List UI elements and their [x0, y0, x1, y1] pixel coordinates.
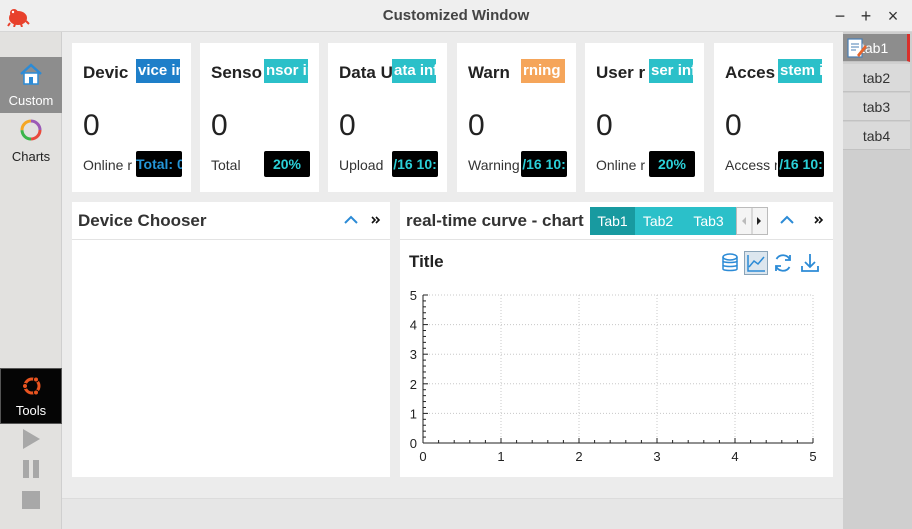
collapse-icon[interactable]: [342, 211, 360, 229]
nav-item-charts[interactable]: Charts: [0, 113, 62, 169]
panel-header: real-time curve - chart Tab1 Tab2 Tab3: [400, 202, 833, 240]
card-badge: ata inf: [392, 59, 436, 83]
tab-scroll-arrows[interactable]: [736, 207, 768, 235]
maximize-button[interactable]: +: [854, 4, 878, 28]
card-status: 20%: [649, 151, 695, 177]
main-area: Devic vice in 0 Online r Total: 0 Senso …: [62, 32, 843, 498]
warning-info-card: Warn rning i 0 Warning /16 10:: [457, 43, 576, 192]
x-tick-label: 5: [809, 449, 816, 464]
y-tick-label: 3: [410, 347, 417, 362]
card-status: /16 10:: [521, 151, 567, 177]
chart-title: Title: [409, 252, 444, 271]
device-chooser-panel: Device Chooser: [72, 202, 390, 477]
user-info-card: User r ser inf 0 Online r 20%: [585, 43, 704, 192]
y-tick-label: 0: [410, 436, 417, 451]
x-tick-label: 4: [731, 449, 738, 464]
card-value: 0: [211, 109, 228, 142]
panel-header: Device Chooser: [72, 202, 390, 240]
collapse-icon[interactable]: [778, 211, 796, 229]
close-button[interactable]: ×: [881, 4, 905, 28]
card-label: Access r: [725, 157, 777, 173]
y-tick-label: 2: [410, 377, 417, 392]
line-chart: 0 1 2 3 4 5 0 1 2 3 4 5: [410, 288, 817, 464]
play-icon[interactable]: [20, 428, 42, 450]
right-sidebar: tab1 tab2 tab3 tab4: [843, 32, 912, 529]
y-tick-label: 5: [410, 288, 417, 303]
card-status: Total: 0: [136, 151, 182, 177]
title-bar: Customized Window − + ×: [0, 0, 912, 32]
footer-bar: [62, 498, 843, 529]
panel-title: real-time curve - chart: [406, 211, 584, 230]
card-value: 0: [468, 109, 485, 142]
line-chart-icon[interactable]: [744, 251, 768, 275]
left-sidebar: Custom Charts Tools: [0, 32, 62, 529]
card-badge: rning i: [521, 59, 565, 83]
card-status: /16 10:: [778, 151, 824, 177]
nav-item-tools[interactable]: Tools: [0, 368, 62, 424]
card-badge: ser inf: [649, 59, 693, 83]
card-label: Warning: [468, 157, 520, 173]
chart-tab-2[interactable]: Tab2: [635, 207, 681, 235]
ubuntu-icon: [22, 376, 41, 396]
card-badge: vice in: [136, 59, 180, 83]
card-value: 0: [596, 109, 613, 142]
edit-document-icon: [847, 38, 867, 58]
device-info-card: Devic vice in 0 Online r Total: 0: [72, 43, 191, 192]
expand-more-icon[interactable]: [810, 211, 828, 229]
right-tab-3[interactable]: tab3: [843, 93, 910, 121]
card-label: Upload: [339, 157, 384, 173]
panel-title: Device Chooser: [78, 211, 207, 230]
sensor-info-card: Senso nsor in 0 Total 20%: [200, 43, 319, 192]
x-tick-label: 0: [419, 449, 426, 464]
card-value: 0: [83, 109, 100, 142]
nav-label-tools: Tools: [15, 403, 47, 418]
card-status: 20%: [264, 151, 310, 177]
card-value: 0: [339, 109, 356, 142]
access-info-card: Acces stem in 0 Access r /16 10:: [714, 43, 833, 192]
card-label: Online r: [596, 157, 646, 173]
right-tab-2[interactable]: tab2: [843, 64, 910, 92]
y-tick-label: 4: [410, 318, 417, 333]
ring-chart-icon: [20, 119, 42, 141]
nav-item-custom[interactable]: Custom: [0, 57, 62, 113]
x-tick-label: 3: [653, 449, 660, 464]
nav-label-charts: Charts: [11, 149, 51, 164]
right-tab-4[interactable]: tab4: [843, 122, 910, 150]
card-value: 0: [725, 109, 742, 142]
pause-icon[interactable]: [20, 458, 42, 480]
y-tick-label: 1: [410, 406, 417, 421]
expand-more-icon[interactable]: [367, 211, 385, 229]
data-info-card: Data U ata inf 0 Upload /16 10:: [328, 43, 447, 192]
refresh-icon[interactable]: [771, 251, 795, 275]
chart-panel: real-time curve - chart Tab1 Tab2 Tab3 T…: [400, 202, 833, 477]
card-badge: stem in: [778, 59, 822, 83]
home-icon: [20, 63, 42, 85]
card-status: /16 10:: [392, 151, 438, 177]
minimize-button[interactable]: −: [828, 4, 852, 28]
download-icon[interactable]: [798, 251, 822, 275]
card-label: Online r: [83, 157, 133, 173]
right-tab-1[interactable]: tab1: [843, 34, 910, 62]
window-title: Customized Window: [382, 7, 530, 24]
nav-label-custom: Custom: [8, 93, 54, 108]
stop-icon[interactable]: [20, 489, 42, 511]
chart-tab-1[interactable]: Tab1: [590, 207, 635, 235]
x-tick-label: 2: [575, 449, 582, 464]
x-tick-label: 1: [497, 449, 504, 464]
chart-tab-3[interactable]: Tab3: [681, 207, 736, 235]
card-label: Total: [211, 157, 241, 173]
card-badge: nsor in: [264, 59, 308, 83]
database-icon[interactable]: [718, 251, 742, 275]
